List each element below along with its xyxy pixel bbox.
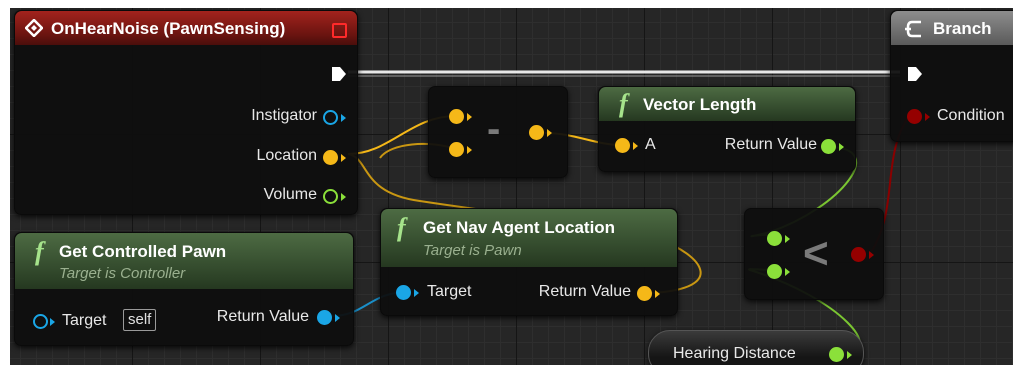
branch-node[interactable]: Branch Condition (890, 10, 1013, 142)
branch-icon (905, 20, 921, 38)
nav-target-arrow-icon (414, 289, 419, 297)
condition-label: Condition (937, 107, 1005, 124)
branch-exec-input-pin[interactable] (907, 66, 923, 82)
volume-pin[interactable] (323, 189, 338, 204)
nav-agent-subtitle: Target is Pawn (423, 242, 522, 259)
volume-pin-arrow-icon (341, 193, 346, 201)
nav-agent-target-pin[interactable] (396, 285, 411, 300)
get-controlled-pawn-header: f Get Controlled Pawn Target is Controll… (15, 233, 353, 289)
instigator-pin-arrow-icon (341, 114, 346, 122)
vector-a-arrow-icon (633, 142, 638, 150)
condition-pin[interactable] (907, 109, 922, 124)
nav-agent-title: Get Nav Agent Location (423, 218, 616, 237)
event-node-title: OnHearNoise (PawnSensing) (51, 19, 286, 38)
get-controlled-pawn-subtitle: Target is Controller (59, 265, 186, 282)
subtract-node[interactable]: - (428, 86, 568, 178)
get-controlled-pawn-node[interactable]: f Get Controlled Pawn Target is Controll… (14, 232, 354, 346)
hearing-distance-label: Hearing Distance (673, 345, 796, 362)
vector-length-header: f Vector Length (599, 87, 855, 121)
event-delegate-icon[interactable] (332, 23, 347, 38)
nav-agent-header: f Get Nav Agent Location Target is Pawn (381, 209, 677, 267)
less-out-arrow-icon (869, 251, 874, 259)
get-nav-agent-location-node[interactable]: f Get Nav Agent Location Target is Pawn … (380, 208, 678, 316)
exec-output-pin[interactable] (331, 66, 347, 82)
function-icon: f (35, 237, 44, 266)
less-than-output-pin[interactable] (851, 247, 866, 262)
return-value-label: Return Value (216, 308, 309, 325)
subtract-a-arrow-icon (467, 113, 472, 121)
function-icon: f (619, 89, 628, 118)
branch-header: Branch (891, 11, 1013, 45)
vector-length-return-label: Return Value (724, 136, 817, 153)
less-b-arrow-icon (785, 268, 790, 276)
event-node-header: OnHearNoise (PawnSensing) (15, 11, 357, 45)
location-pin[interactable] (323, 150, 338, 165)
target-pin-arrow-icon (50, 318, 55, 326)
less-than-input-a-pin[interactable] (767, 231, 782, 246)
self-default-value[interactable]: self (123, 309, 157, 331)
less-than-symbol: < (803, 229, 829, 278)
less-a-arrow-icon (785, 235, 790, 243)
vector-return-arrow-icon (839, 143, 844, 151)
hearing-distance-pin[interactable] (829, 347, 844, 362)
subtract-input-a-pin[interactable] (449, 109, 464, 124)
instigator-pin[interactable] (323, 110, 338, 125)
instigator-label: Instigator (251, 107, 317, 124)
vector-length-a-label: A (645, 136, 656, 153)
hearing-distance-variable[interactable]: Hearing Distance (648, 330, 864, 365)
condition-arrow-icon (925, 113, 930, 121)
subtract-input-b-pin[interactable] (449, 142, 464, 157)
subtract-out-arrow-icon (547, 129, 552, 137)
hearing-distance-arrow-icon (847, 351, 852, 359)
subtract-symbol: - (487, 107, 501, 151)
nav-agent-return-label: Return Value (538, 283, 631, 300)
subtract-b-arrow-icon (467, 146, 472, 154)
return-pin-arrow-icon (335, 314, 340, 322)
branch-title: Branch (933, 19, 992, 38)
target-label: Target (62, 312, 107, 329)
vector-length-a-pin[interactable] (615, 138, 630, 153)
less-than-node[interactable]: < (744, 208, 884, 300)
target-input-pin[interactable] (33, 314, 48, 329)
nav-agent-target-label: Target (427, 283, 472, 300)
on-hear-noise-node[interactable]: OnHearNoise (PawnSensing) Instigator Loc… (14, 10, 358, 215)
less-than-input-b-pin[interactable] (767, 264, 782, 279)
nav-agent-return-pin[interactable] (637, 286, 652, 301)
subtract-output-pin[interactable] (529, 125, 544, 140)
function-icon: f (397, 213, 406, 242)
vector-length-node[interactable]: f Vector Length A Return Value (598, 86, 856, 172)
vector-length-title: Vector Length (643, 95, 757, 114)
blueprint-graph-canvas[interactable]: OnHearNoise (PawnSensing) Instigator Loc… (10, 8, 1013, 365)
vector-length-return-pin[interactable] (821, 139, 836, 154)
get-controlled-pawn-title: Get Controlled Pawn (59, 242, 227, 261)
location-label: Location (256, 147, 318, 164)
event-diamond-icon (25, 19, 43, 37)
nav-return-arrow-icon (655, 290, 660, 298)
location-pin-arrow-icon (341, 154, 346, 162)
return-value-pin[interactable] (317, 310, 332, 325)
volume-label: Volume (263, 186, 317, 203)
